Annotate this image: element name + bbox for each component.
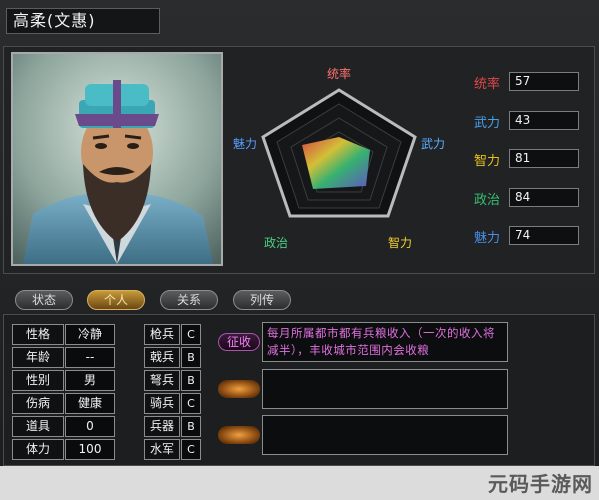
personal-label: 年龄 xyxy=(12,347,64,368)
stat-label: 政治 xyxy=(474,193,501,208)
arms-label: 兵器 xyxy=(144,416,180,437)
stat-value: 43 xyxy=(509,111,579,130)
character-name: 高柔(文惠) xyxy=(6,8,160,34)
stat-list: 统率 57 武力 43 智力 81 政治 84 魅力 74 xyxy=(458,50,592,270)
arms-grade: B xyxy=(181,347,201,368)
tab-personal[interactable]: 个人 xyxy=(87,290,145,310)
skill-description: 每月所属都市都有兵粮收入（一次的收入将减半），丰收城市范围内会收粮 xyxy=(267,326,495,357)
arms-label: 枪兵 xyxy=(144,324,180,345)
radar-label-top: 统率 xyxy=(327,66,351,81)
radar-label-bottom-right: 智力 xyxy=(388,235,412,250)
radar-label-right: 武力 xyxy=(421,137,445,151)
skill-description-box xyxy=(262,369,508,409)
radar-label-left: 魅力 xyxy=(233,136,257,151)
arms-grade: C xyxy=(181,324,201,345)
arms-grade: C xyxy=(181,393,201,414)
personal-value: 健康 xyxy=(65,393,115,414)
footer-bar: 元码手游网 xyxy=(0,466,599,500)
arms-label: 弩兵 xyxy=(144,370,180,391)
stat-row-charisma: 魅力 74 xyxy=(472,226,588,246)
arms-label: 水军 xyxy=(144,439,180,460)
personal-label: 性别 xyxy=(12,370,64,391)
stat-value: 57 xyxy=(509,72,579,91)
stat-value: 81 xyxy=(509,149,579,168)
skill-name-button[interactable]: 征收 xyxy=(218,333,260,351)
tab-relations[interactable]: 关系 xyxy=(160,290,218,310)
stat-value: 74 xyxy=(509,226,579,245)
personal-label: 性格 xyxy=(12,324,64,345)
personal-value: 男 xyxy=(65,370,115,391)
skill-description-box: 每月所属都市都有兵粮收入（一次的收入将减半），丰收城市范围内会收粮 xyxy=(262,322,508,362)
stat-label: 魅力 xyxy=(474,231,501,246)
personal-label: 体力 xyxy=(12,439,64,460)
character-screen: 高柔(文惠) 统率 武力 智力 政治 魅力 统率 57 武力 43 智力 81 … xyxy=(0,0,599,500)
personal-value: -- xyxy=(65,347,115,368)
stat-value: 84 xyxy=(509,188,579,207)
empty-skill-slot[interactable] xyxy=(218,426,260,444)
stat-row-intelligence: 智力 81 xyxy=(472,149,588,169)
arms-label: 戟兵 xyxy=(144,347,180,368)
tab-bar: 状态 个人 关系 列传 xyxy=(3,282,595,314)
arms-label: 骑兵 xyxy=(144,393,180,414)
stat-row-politics: 政治 84 xyxy=(472,188,588,208)
stat-radar-chart: 统率 武力 智力 政治 魅力 xyxy=(228,58,450,258)
stat-label: 武力 xyxy=(474,116,501,131)
personal-label: 伤病 xyxy=(12,393,64,414)
personal-value: 0 xyxy=(65,416,115,437)
empty-skill-slot[interactable] xyxy=(218,380,260,398)
radar-label-bottom-left: 政治 xyxy=(264,236,288,250)
arms-grade: B xyxy=(181,370,201,391)
arms-grade: B xyxy=(181,416,201,437)
watermark: 元码手游网 xyxy=(488,472,593,496)
arms-grade: C xyxy=(181,439,201,460)
character-portrait xyxy=(11,52,223,266)
stat-label: 智力 xyxy=(474,154,501,169)
stat-label: 统率 xyxy=(474,77,501,92)
stat-row-leadership: 统率 57 xyxy=(472,72,588,92)
skill-description-box xyxy=(262,415,508,455)
personal-value: 100 xyxy=(65,439,115,460)
tab-status[interactable]: 状态 xyxy=(15,290,73,310)
tab-biography[interactable]: 列传 xyxy=(233,290,291,310)
stat-row-war: 武力 43 xyxy=(472,111,588,131)
personal-value: 冷静 xyxy=(65,324,115,345)
personal-label: 道具 xyxy=(12,416,64,437)
